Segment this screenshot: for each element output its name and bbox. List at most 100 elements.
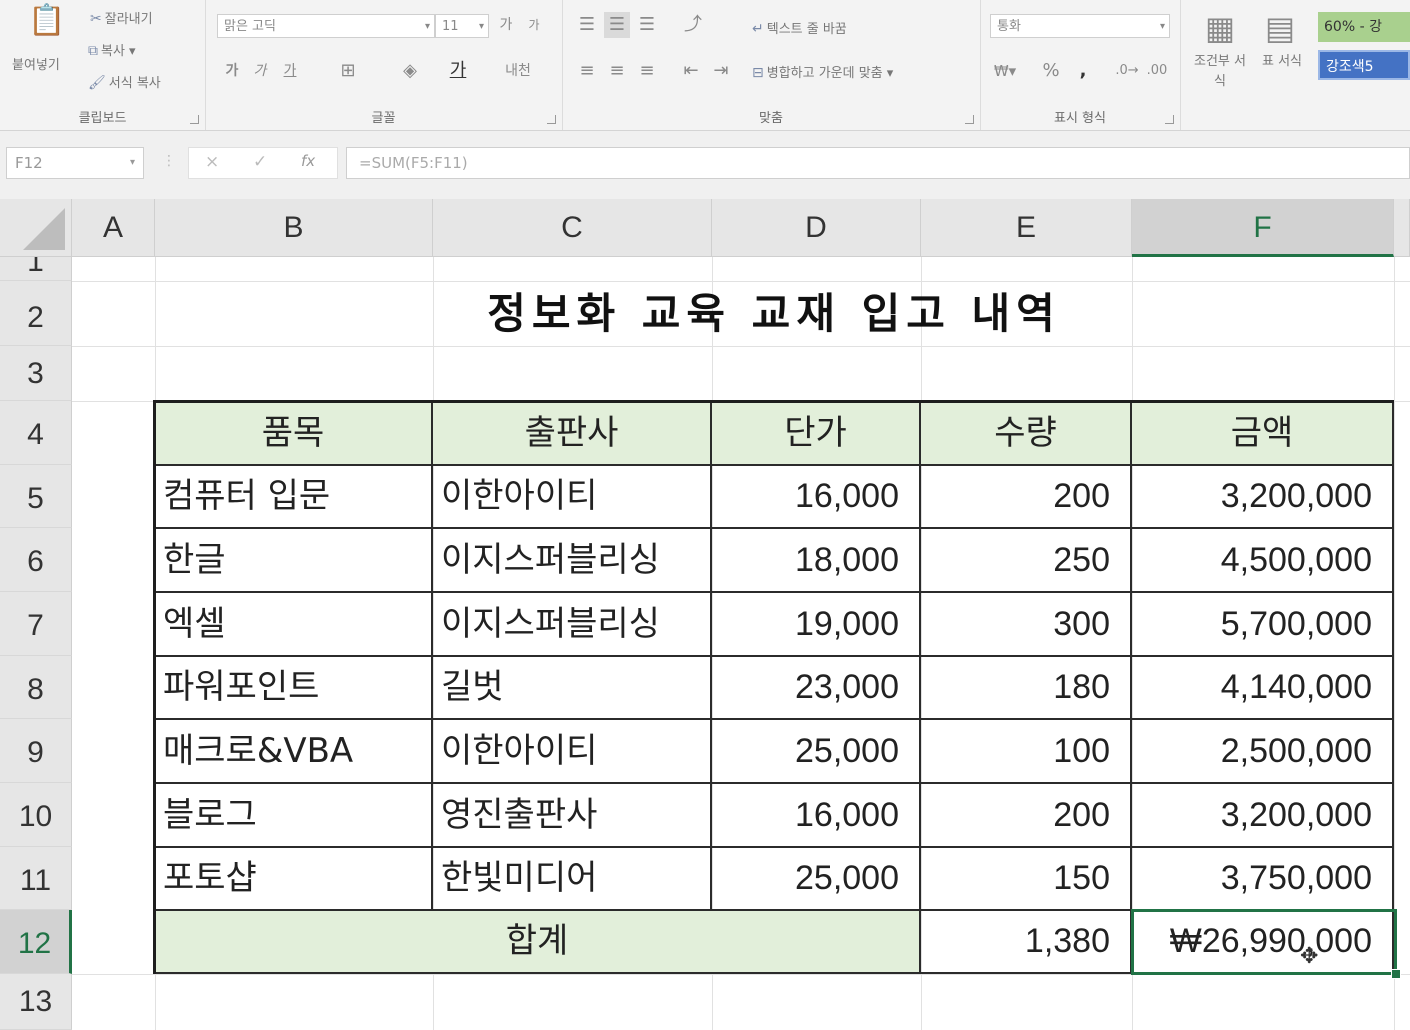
align-top-icon[interactable]: ☰ <box>574 12 600 38</box>
column-header-a[interactable]: A <box>72 199 155 257</box>
cell-qty[interactable]: 180 <box>921 657 1132 720</box>
cell-publisher[interactable]: 이지스퍼블리싱 <box>433 593 712 657</box>
cell-qty[interactable]: 250 <box>921 529 1132 593</box>
cell-item[interactable]: 파워포인트 <box>155 657 433 720</box>
align-center-icon[interactable]: ≡ <box>604 58 630 84</box>
cell-item[interactable]: 한글 <box>155 529 433 593</box>
header-cell-price[interactable]: 단가 <box>712 402 921 466</box>
cell-amount[interactable]: 5,700,000 <box>1132 593 1394 657</box>
clipboard-launcher-icon[interactable] <box>190 115 199 124</box>
cell-amount[interactable]: 3,750,000 <box>1132 848 1394 911</box>
cell-price[interactable]: 25,000 <box>712 848 921 911</box>
table-format-icon[interactable]: ▤ <box>1260 8 1300 48</box>
cancel-icon[interactable]: × <box>205 152 219 172</box>
decrease-decimal-icon[interactable]: .00 <box>1144 58 1170 84</box>
phonetic-icon[interactable]: 내천 <box>505 58 531 84</box>
border-icon[interactable]: ⊞ <box>335 58 361 84</box>
cell-price[interactable]: 16,000 <box>712 784 921 848</box>
cell-amount[interactable]: 4,140,000 <box>1132 657 1394 720</box>
cell-amount[interactable]: 2,500,000 <box>1132 720 1394 784</box>
percent-button[interactable]: % <box>1038 58 1064 84</box>
cell-item[interactable]: 매크로&VBA <box>155 720 433 784</box>
indent-icon[interactable]: ⇥ <box>708 58 734 84</box>
header-cell-amount[interactable]: 금액 <box>1132 402 1394 466</box>
cell-publisher[interactable]: 이한아이티 <box>433 720 712 784</box>
row-header-6[interactable]: 6 <box>0 528 72 592</box>
column-header-b[interactable]: B <box>155 199 433 257</box>
column-header-f[interactable]: F <box>1132 199 1394 257</box>
style-accent5[interactable]: 강조색5 <box>1318 50 1410 80</box>
cell-publisher[interactable]: 길벗 <box>433 657 712 720</box>
column-header-e[interactable]: E <box>921 199 1132 257</box>
row-header-12[interactable]: 12 <box>0 910 72 974</box>
comma-button[interactable]: , <box>1070 58 1096 84</box>
enter-icon[interactable]: ✓ <box>253 152 267 172</box>
table-format-button[interactable]: 표 서식 <box>1262 52 1302 72</box>
conditional-format-button[interactable]: 조건부 서식 <box>1194 52 1246 92</box>
cell-publisher[interactable]: 이한아이티 <box>433 466 712 529</box>
cell-item[interactable]: 블로그 <box>155 784 433 848</box>
row-header-4[interactable]: 4 <box>0 401 72 465</box>
align-left-icon[interactable]: ≡ <box>574 58 600 84</box>
format-painter-button[interactable]: 🖌 서식 복사 <box>88 72 161 91</box>
cell-publisher[interactable]: 이지스퍼블리싱 <box>433 529 712 593</box>
orientation-icon[interactable]: ⤴ <box>680 12 706 38</box>
cell-qty[interactable]: 100 <box>921 720 1132 784</box>
italic-button[interactable]: 가 <box>247 58 273 84</box>
cell-price[interactable]: 25,000 <box>712 720 921 784</box>
cell-qty[interactable]: 200 <box>921 784 1132 848</box>
cell-amount[interactable]: 4,500,000 <box>1132 529 1394 593</box>
align-right-icon[interactable]: ≡ <box>634 58 660 84</box>
row-header-8[interactable]: 8 <box>0 656 72 719</box>
row-header-13[interactable]: 13 <box>0 974 72 1030</box>
cell-publisher[interactable]: 한빛미디어 <box>433 848 712 911</box>
underline-button[interactable]: 가 <box>277 58 303 84</box>
style-accent-60[interactable]: 60% - 강 <box>1318 12 1410 42</box>
header-cell-item[interactable]: 품목 <box>155 402 433 466</box>
cell-item[interactable]: 포토샵 <box>155 848 433 911</box>
bold-button[interactable]: 가 <box>219 58 245 84</box>
row-header-3[interactable]: 3 <box>0 346 72 401</box>
wrap-text-button[interactable]: ↵ 텍스트 줄 바꿈 <box>752 18 847 37</box>
row-header-7[interactable]: 7 <box>0 592 72 656</box>
cell-qty[interactable]: 300 <box>921 593 1132 657</box>
font-color-icon[interactable]: 가 <box>445 58 471 84</box>
cell-qty[interactable]: 150 <box>921 848 1132 911</box>
align-bottom-icon[interactable]: ☰ <box>634 12 660 38</box>
name-box[interactable]: F12 ▾ <box>6 147 144 179</box>
row-header-2[interactable]: 2 <box>0 281 72 346</box>
cell-amount[interactable]: 3,200,000 <box>1132 784 1394 848</box>
total-amount-cell[interactable]: ₩26,990,000 <box>1132 911 1394 974</box>
number-launcher-icon[interactable] <box>1165 115 1174 124</box>
font-name-select[interactable]: 맑은 고딕 ▾ <box>217 14 435 38</box>
copy-button[interactable]: ⧉ 복사 ▾ <box>88 40 136 59</box>
row-header-11[interactable]: 11 <box>0 847 72 910</box>
function-icon[interactable]: fx <box>301 152 315 170</box>
number-format-select[interactable]: 통화 ▾ <box>990 14 1170 38</box>
cell-price[interactable]: 18,000 <box>712 529 921 593</box>
formula-input[interactable]: =SUM(F5:F11) <box>346 147 1410 179</box>
cell-item[interactable]: 컴퓨터 입문 <box>155 466 433 529</box>
cell-amount[interactable]: 3,200,000 <box>1132 466 1394 529</box>
align-middle-icon[interactable]: ☰ <box>604 12 630 38</box>
cell-qty[interactable]: 200 <box>921 466 1132 529</box>
row-header-9[interactable]: 9 <box>0 719 72 783</box>
column-header-c[interactable]: C <box>433 199 712 257</box>
cell-price[interactable]: 16,000 <box>712 466 921 529</box>
cut-button[interactable]: ✂ 잘라내기 <box>90 8 153 27</box>
total-qty-cell[interactable]: 1,380 <box>921 911 1132 974</box>
paste-icon[interactable]: 📋 <box>28 6 65 48</box>
total-label-cell[interactable]: 합계 <box>155 911 921 974</box>
header-cell-publisher[interactable]: 출판사 <box>433 402 712 466</box>
cell-item[interactable]: 엑셀 <box>155 593 433 657</box>
column-header-d[interactable]: D <box>712 199 921 257</box>
currency-icon[interactable]: ₩▾ <box>992 58 1018 84</box>
font-size-select[interactable]: 11 ▾ <box>435 14 489 38</box>
conditional-format-icon[interactable]: ▦ <box>1200 8 1240 48</box>
select-all-button[interactable] <box>0 199 72 257</box>
increase-decimal-icon[interactable]: .0→ <box>1114 58 1140 84</box>
row-header-1[interactable]: 1 <box>0 257 72 281</box>
row-header-5[interactable]: 5 <box>0 465 72 528</box>
row-header-10[interactable]: 10 <box>0 783 72 847</box>
paste-button[interactable]: 붙여넣기 <box>12 54 60 73</box>
